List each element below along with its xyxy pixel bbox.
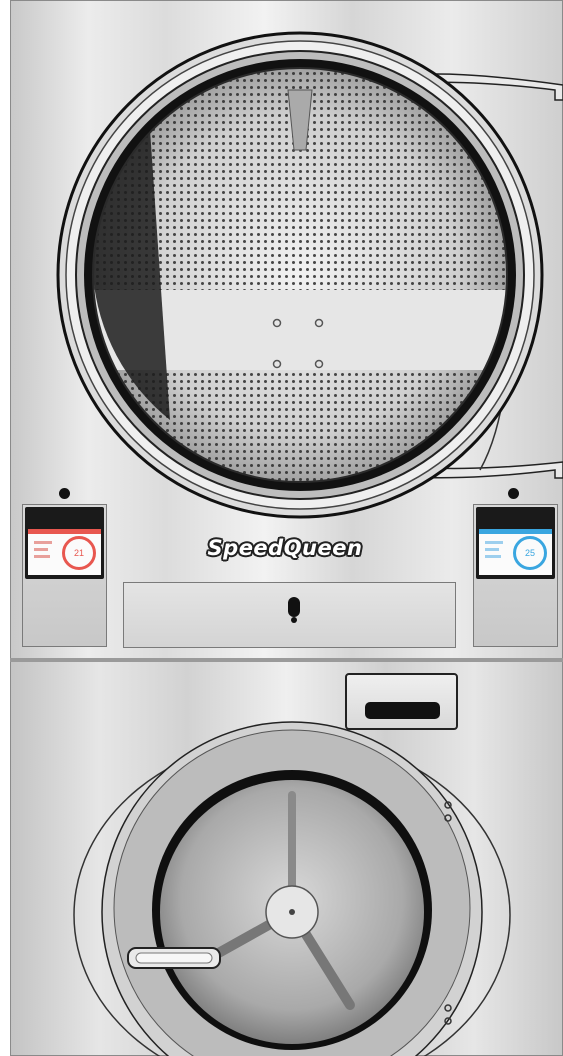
right-indicator-light (508, 488, 519, 499)
right-timer-dial: 25 (513, 536, 547, 570)
left-indicator-light (59, 488, 70, 499)
right-control-panel: 25 (473, 504, 558, 647)
washer-door-illustration (73, 721, 511, 1056)
brand-logo: SpeedQueen (207, 536, 363, 560)
right-timer-value: 25 (524, 548, 535, 558)
washer-door-handle[interactable] (127, 947, 221, 969)
lint-drawer[interactable] (123, 582, 456, 648)
left-timer-dial: 21 (62, 536, 96, 570)
drawer-lock-knob[interactable] (288, 597, 300, 617)
left-touchscreen[interactable]: 21 (25, 507, 104, 579)
left-control-panel: 21 (22, 504, 107, 647)
left-timer-value: 21 (73, 548, 84, 558)
right-touchscreen[interactable]: 25 (476, 507, 555, 579)
stacked-washer-dryer: 21 25 SpeedQueen (10, 0, 563, 1056)
